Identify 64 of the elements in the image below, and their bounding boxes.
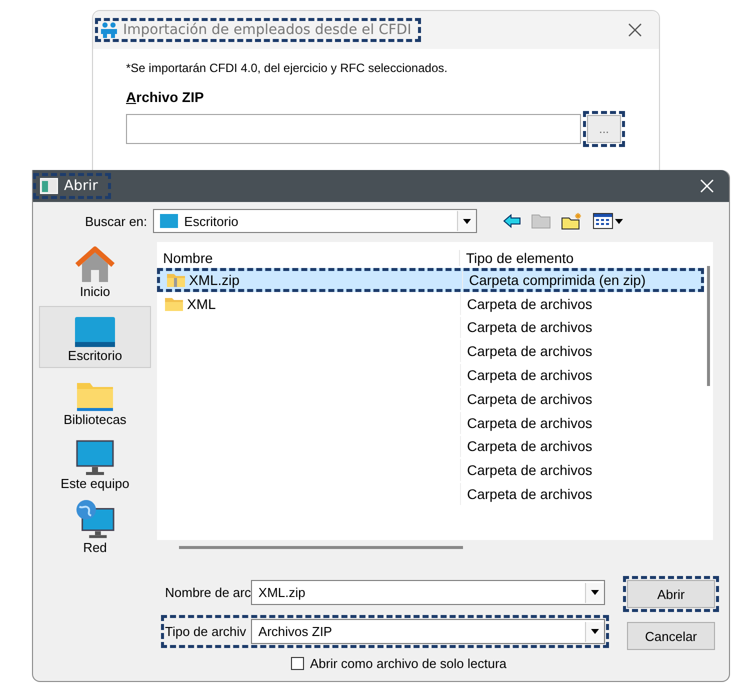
people-icon [99,22,119,38]
file-type: Carpeta de archivos [466,318,594,338]
view-menu-icon[interactable] [593,213,626,229]
file-row[interactable]: Carpeta de archivos [157,316,704,340]
field-label: Tipo de archiv [165,624,248,639]
file-type-dropdown[interactable]: Archivos ZIP [251,619,605,644]
column-header[interactable]: Nombre [157,250,460,266]
file-row[interactable]: Carpeta de archivos [157,363,704,387]
file-name: XML.zip [189,272,240,288]
network-icon [74,499,116,540]
file-type: Carpeta de archivos [466,485,594,504]
field-label: Archivo ZIP [126,89,205,105]
folder-icon [164,296,184,312]
places-item[interactable]: Inicio [39,242,151,304]
window-title: Importación de empleados desde el CFDI [122,22,412,38]
file-row[interactable]: Carpeta de archivos [157,434,704,458]
file-row[interactable]: Carpeta de archivos [157,458,704,482]
places-item[interactable]: Escritorio [39,306,151,368]
file-type: Carpeta de archivos [466,414,594,433]
file-type: Carpeta de archivos [466,294,594,314]
file-type: Carpeta de archivos [466,390,594,409]
dialog-button[interactable]: Abrir [627,580,715,608]
caret-icon [591,590,599,595]
new-folder-icon[interactable] [561,212,584,230]
checkbox[interactable] [291,657,304,670]
file-row[interactable]: Carpeta de archivos [157,482,704,506]
caret-icon [591,629,599,634]
places-item[interactable]: Red [39,498,151,560]
field-label: Buscar en: [85,214,148,228]
file-type: Carpeta comprimida (en zip) [468,271,647,289]
file-type: Carpeta de archivos [466,366,594,386]
window-title: Abrir [63,178,99,194]
folder-icon [76,380,114,412]
desktop-icon [74,316,116,348]
caret-icon [463,218,472,224]
look-in-dropdown[interactable]: Escritorio [153,209,478,233]
file-row[interactable]: Carpeta de archivos [157,339,704,364]
places-item[interactable]: Este equipo [39,434,151,496]
window-icon [40,178,58,194]
places-item[interactable]: Bibliotecas [39,370,151,432]
file-row[interactable]: Carpeta de archivos [157,386,704,411]
import-note: *Se importarán CFDI 4.0, del ejercicio y RFC seleccionados. [126,61,448,75]
file-name: XML [187,296,216,312]
file-row[interactable]: XML.zip Carpeta comprimida (en zip) [157,268,704,292]
monitor-icon [76,440,114,476]
scrollbar-thumb[interactable] [179,546,463,548]
zip-folder-icon [166,272,186,288]
desktop-icon [160,214,178,228]
scrollbar-thumb[interactable] [707,266,710,386]
dialog-button[interactable]: Cancelar [627,622,715,650]
file-row[interactable]: Carpeta de archivos [157,410,704,435]
column-header[interactable]: Tipo de elemento [460,250,704,266]
file-type: Carpeta de archivos [466,437,594,456]
file-row[interactable]: XML Carpeta de archivos [157,292,704,316]
file-type: Carpeta de archivos [466,461,594,480]
checkbox-label: Abrir como archivo de solo lectura [310,656,507,671]
zip-path-field[interactable] [126,114,581,144]
house-icon [74,246,116,284]
back-arrow-icon[interactable] [503,214,522,228]
file-name-field[interactable]: XML.zip [251,580,605,605]
dropdown-value: Escritorio [184,214,238,228]
file-type: Carpeta de archivos [466,342,594,362]
browse-button[interactable]: ... [587,115,621,143]
field-label: Nombre de arc [165,585,252,600]
